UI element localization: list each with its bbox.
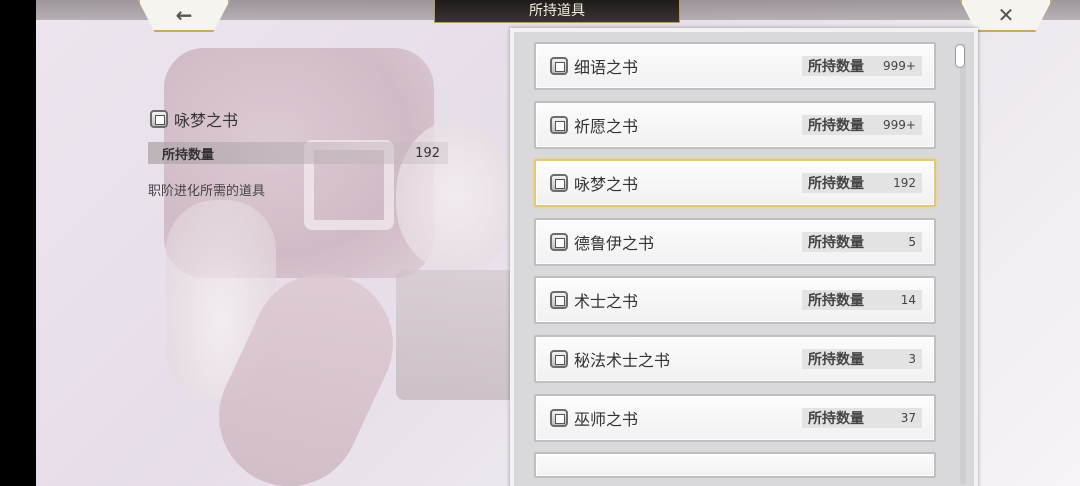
game-screen: ← 所持道具 ✕ 咏梦之书 所持数量 192 职阶进化所需的道具 细语之书 所持… — [36, 0, 1080, 486]
page-title: 所持道具 — [434, 0, 680, 23]
item-qty-label: 所持数量 — [808, 59, 864, 75]
book-icon — [550, 291, 568, 310]
list-item-partial[interactable] — [534, 452, 936, 479]
item-qty-label: 所持数量 — [808, 351, 864, 368]
list-item-selected[interactable]: 咏梦之书 所持数量 192 — [534, 159, 936, 208]
books-illustration — [396, 270, 516, 400]
selected-item-name: 咏梦之书 — [174, 111, 239, 130]
item-qty-value: 192 — [893, 176, 916, 191]
book-icon — [550, 57, 568, 75]
back-arrow-icon: ← — [175, 3, 193, 27]
list-item[interactable]: 术士之书 所持数量 14 — [534, 276, 936, 325]
quantity-label: 所持数量 — [162, 147, 215, 163]
item-name: 德鲁伊之书 — [574, 233, 655, 253]
list-item[interactable]: 秘法术士之书 所持数量 3 — [534, 334, 936, 383]
item-qty-label: 所持数量 — [808, 176, 864, 193]
item-qty-value: 999+ — [883, 117, 916, 132]
book-icon — [550, 232, 568, 251]
item-qty-value: 5 — [908, 234, 916, 249]
selected-item-quantity: 所持数量 192 — [148, 142, 448, 164]
book-icon — [550, 408, 568, 427]
item-list-panel: 细语之书 所持数量 999+ 祈愿之书 所持数量 999+ 咏梦之书 所持数量 192… — [510, 28, 978, 486]
book-icon — [550, 115, 568, 134]
item-qty-label: 所持数量 — [808, 410, 864, 427]
selected-item-description: 职阶进化所需的道具 — [148, 184, 266, 199]
item-qty-value: 14 — [900, 293, 916, 308]
scrollbar-thumb[interactable] — [955, 44, 965, 68]
item-qty-label: 所持数量 — [808, 117, 864, 134]
quantity-value: 192 — [415, 145, 440, 161]
list-item[interactable]: 德鲁伊之书 所持数量 5 — [534, 217, 936, 266]
item-name: 巫师之书 — [574, 409, 639, 429]
scrollbar-track[interactable] — [960, 44, 966, 484]
book-icon — [550, 349, 568, 368]
book-icon — [550, 174, 568, 193]
item-name: 咏梦之书 — [574, 175, 639, 195]
item-qty-label: 所持数量 — [808, 293, 864, 310]
list-item[interactable]: 祈愿之书 所持数量 999+ — [534, 100, 936, 149]
item-qty-label: 所持数量 — [808, 234, 864, 251]
item-name: 细语之书 — [574, 58, 639, 77]
item-name: 术士之书 — [574, 292, 639, 312]
item-qty-value: 37 — [900, 410, 916, 425]
book-icon — [150, 110, 168, 128]
close-icon: ✕ — [997, 3, 1015, 27]
item-qty-value: 3 — [908, 351, 916, 366]
list-item[interactable]: 细语之书 所持数量 999+ — [534, 42, 936, 90]
list-item[interactable]: 巫师之书 所持数量 37 — [534, 393, 936, 442]
back-button[interactable]: ← — [138, 0, 230, 32]
item-name: 秘法术士之书 — [574, 350, 671, 370]
item-list[interactable]: 细语之书 所持数量 999+ 祈愿之书 所持数量 999+ 咏梦之书 所持数量 192… — [534, 42, 944, 486]
item-qty-value: 999+ — [883, 59, 916, 73]
item-name: 祈愿之书 — [574, 116, 639, 136]
selected-item-title: 咏梦之书 — [150, 107, 238, 131]
